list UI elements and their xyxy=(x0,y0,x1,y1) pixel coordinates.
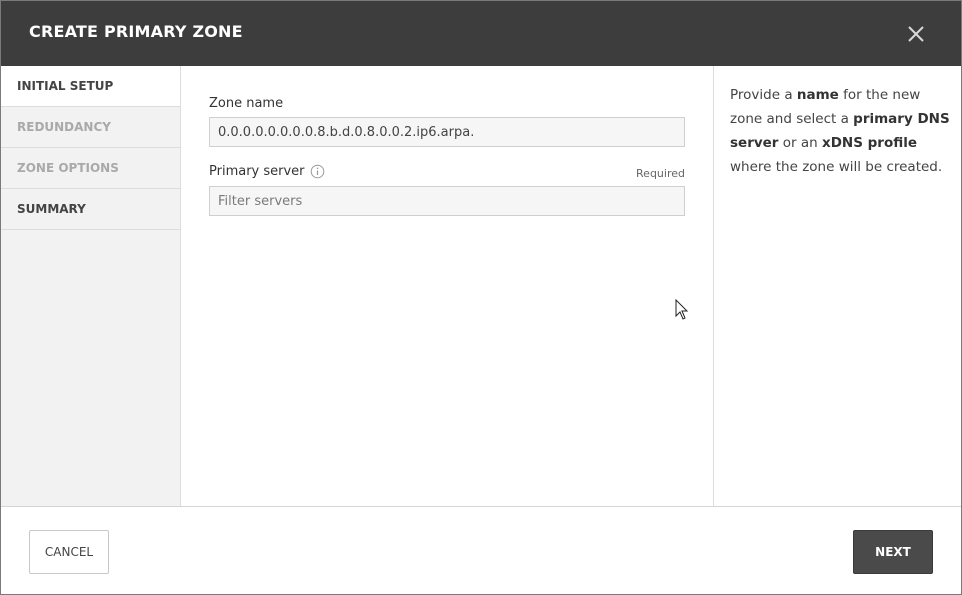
help-panel: Provide a name for the new zone and sele… xyxy=(714,66,961,506)
close-button[interactable] xyxy=(901,22,931,46)
mouse-cursor-icon xyxy=(675,299,689,320)
step-initial-setup[interactable]: INITIAL SETUP xyxy=(1,66,180,107)
step-label: INITIAL SETUP xyxy=(17,79,114,93)
required-indicator: Required xyxy=(636,167,685,180)
step-label: REDUNDANCY xyxy=(17,120,111,134)
primary-server-label: Primary server xyxy=(209,164,305,179)
close-icon xyxy=(908,26,924,42)
zone-name-input[interactable] xyxy=(209,117,685,147)
help-text: Provide a name for the new zone and sele… xyxy=(730,87,950,175)
step-label: ZONE OPTIONS xyxy=(17,161,119,175)
next-button[interactable]: NEXT xyxy=(853,530,933,574)
info-icon[interactable] xyxy=(310,164,325,179)
filter-servers-input[interactable] xyxy=(209,186,685,216)
step-summary[interactable]: SUMMARY xyxy=(1,189,180,230)
step-zone-options: ZONE OPTIONS xyxy=(1,148,180,189)
dialog-footer: CANCEL NEXT xyxy=(1,506,961,594)
zone-name-label: Zone name xyxy=(209,96,284,111)
cancel-button[interactable]: CANCEL xyxy=(29,530,109,574)
create-zone-dialog: CREATE PRIMARY ZONE INITIAL SETUP REDUND… xyxy=(0,0,962,595)
step-redundancy: REDUNDANCY xyxy=(1,107,180,148)
dialog-title: CREATE PRIMARY ZONE xyxy=(29,22,243,41)
step-label: SUMMARY xyxy=(17,202,86,216)
wizard-steps: INITIAL SETUP REDUNDANCY ZONE OPTIONS SU… xyxy=(1,66,181,506)
form-panel: Zone name Primary server Required xyxy=(181,66,714,506)
dialog-header: CREATE PRIMARY ZONE xyxy=(1,1,961,66)
